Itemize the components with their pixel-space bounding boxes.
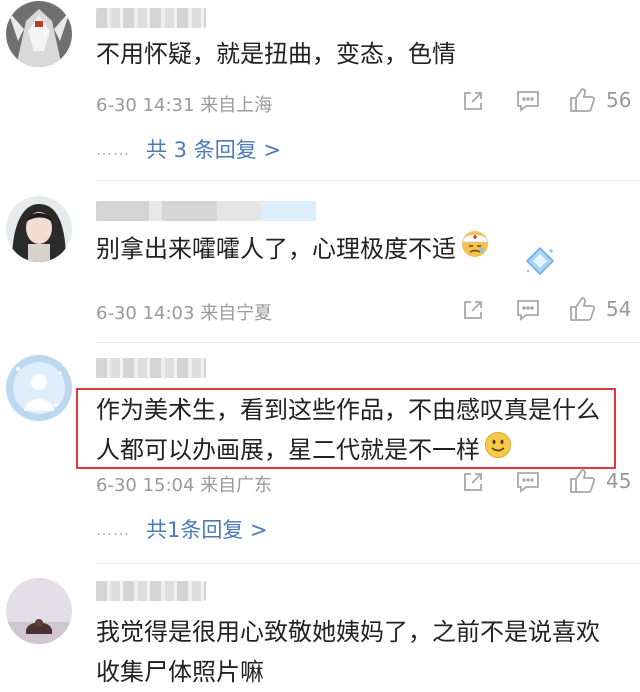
- comment-button[interactable]: [515, 89, 541, 113]
- comment-icon: [517, 91, 539, 112]
- thumbs-up-icon: [570, 469, 596, 493]
- username[interactable]: [96, 358, 206, 378]
- comment-location: 来自上海: [200, 95, 273, 116]
- comment-icon: [517, 472, 539, 493]
- replies-dots: ……: [96, 139, 130, 159]
- share-icon: [464, 473, 482, 491]
- share-button[interactable]: [461, 470, 485, 494]
- divider: [96, 180, 640, 181]
- comment-text-line: 收集尸体照片嘛: [96, 658, 264, 686]
- view-replies-link[interactable]: …… 共 3 条回复 >: [96, 134, 281, 164]
- comment-text: 我觉得是很用心致敬她姨妈了，之前不是说喜欢 收集尸体照片嘛: [96, 612, 626, 692]
- comment-text-content: 人都可以办画展，星二代就是不一样: [96, 436, 480, 464]
- comment-location: 来自宁夏: [200, 303, 273, 324]
- comment-button[interactable]: [515, 470, 541, 494]
- comment-meta: 6-30 14:03 来自宁夏: [96, 299, 272, 325]
- comment-text-line: 作为美术生，看到这些作品，不由感叹真是什么: [96, 396, 600, 424]
- share-icon: [464, 301, 482, 319]
- avatar[interactable]: [6, 196, 72, 262]
- comment-meta: 6-30 15:04 来自广东: [96, 471, 272, 497]
- comment-date: 6-30 15:04: [96, 475, 195, 496]
- avatar[interactable]: [6, 355, 72, 421]
- like-button[interactable]: 54: [568, 295, 631, 323]
- replies-dots: ……: [96, 519, 130, 539]
- comment-icon: [517, 300, 539, 321]
- comment-date: 6-30 14:31: [96, 95, 195, 116]
- like-button[interactable]: 56: [568, 86, 631, 114]
- username[interactable]: [96, 581, 206, 601]
- sick-face-icon: [460, 229, 490, 271]
- view-replies-link[interactable]: …… 共1条回复 >: [96, 514, 268, 544]
- share-icon: [464, 92, 482, 110]
- gem-badge-icon: [523, 244, 557, 282]
- comment-location: 来自广东: [200, 475, 273, 496]
- comment-text-line: 人都可以办画展，星二代就是不一样: [96, 430, 626, 471]
- comment-button[interactable]: [515, 298, 541, 322]
- replies-label: 共1条回复 >: [146, 518, 268, 542]
- comment-text: 不用怀疑，就是扭曲，变态，色情: [96, 40, 456, 68]
- comment-text-line: 我觉得是很用心致敬她姨妈了，之前不是说喜欢: [96, 618, 600, 646]
- share-button[interactable]: [461, 298, 485, 322]
- like-button[interactable]: 45: [568, 467, 631, 495]
- thumbs-up-icon: [570, 88, 596, 112]
- replies-label: 共 3 条回复 >: [146, 138, 281, 162]
- comment-meta: 6-30 14:31 来自上海: [96, 91, 272, 117]
- share-button[interactable]: [461, 89, 485, 113]
- like-count: 56: [606, 88, 632, 112]
- comment-date: 6-30 14:03: [96, 303, 195, 324]
- like-count: 45: [606, 469, 632, 493]
- username[interactable]: [96, 201, 316, 221]
- like-count: 54: [606, 297, 632, 321]
- comment-text: 作为美术生，看到这些作品，不由感叹真是什么 人都可以办画展，星二代就是不一样: [96, 390, 626, 471]
- divider: [96, 563, 640, 564]
- divider: [96, 342, 640, 343]
- avatar[interactable]: [6, 578, 72, 644]
- avatar[interactable]: [6, 1, 72, 67]
- username[interactable]: [96, 8, 206, 28]
- thumbs-up-icon: [570, 297, 596, 321]
- smile-icon: [484, 431, 512, 471]
- comment-text-content: 别拿出来嚯嚯人了，心理极度不适: [96, 235, 456, 263]
